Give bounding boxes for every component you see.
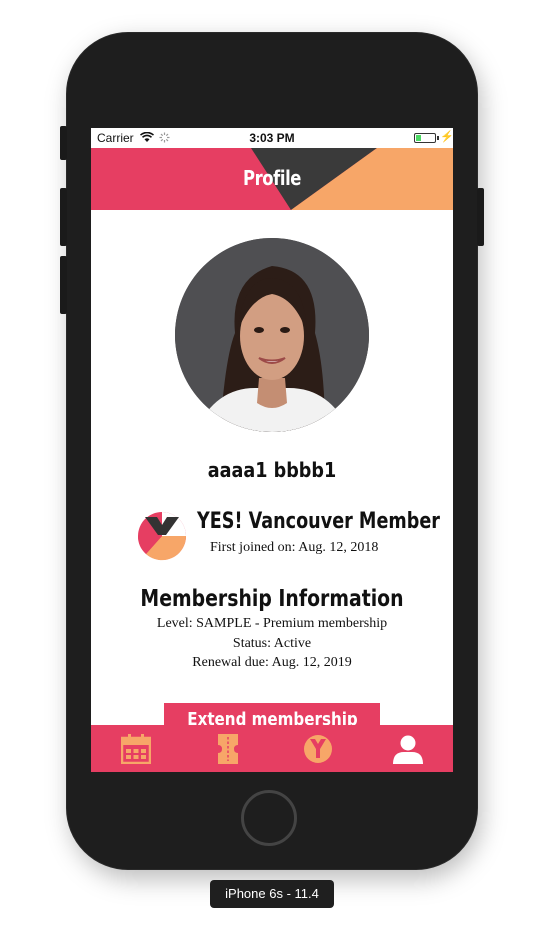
member-badge-title: YES! Vancouver Member bbox=[197, 509, 440, 534]
profile-icon bbox=[393, 735, 423, 764]
membership-renewal: Renewal due: Aug. 12, 2019 bbox=[192, 655, 352, 670]
mute-switch bbox=[60, 126, 67, 160]
yes-logo-icon bbox=[304, 735, 332, 763]
power-button bbox=[477, 188, 484, 246]
membership-info-title: Membership Information bbox=[140, 586, 404, 612]
home-button[interactable] bbox=[241, 790, 297, 846]
tab-events[interactable] bbox=[91, 725, 181, 772]
volume-down-button bbox=[60, 256, 67, 314]
app-screen: Carrier 3:03 PM ⚡ Profile aaaa1 bbbb1 YE… bbox=[91, 128, 453, 772]
charging-bolt-icon: ⚡ bbox=[440, 131, 453, 143]
tab-tickets[interactable] bbox=[183, 725, 273, 772]
profile-username: aaaa1 bbbb1 bbox=[207, 458, 337, 482]
member-joined-date: First joined on: Aug. 12, 2018 bbox=[210, 540, 379, 555]
volume-up-button bbox=[60, 188, 67, 246]
profile-avatar bbox=[175, 238, 369, 432]
page-title: Profile bbox=[242, 166, 302, 190]
ticket-icon bbox=[218, 734, 238, 764]
tab-profile[interactable] bbox=[363, 725, 453, 772]
battery-icon bbox=[414, 133, 439, 143]
tab-bar bbox=[91, 725, 453, 772]
status-time: 3:03 PM bbox=[249, 131, 295, 145]
device-label: iPhone 6s - 11.4 bbox=[210, 880, 334, 908]
membership-status: Status: Active bbox=[232, 636, 312, 651]
tab-home[interactable] bbox=[273, 725, 363, 772]
yes-vancouver-logo-icon bbox=[137, 512, 187, 561]
membership-level: Level: SAMPLE - Premium membership bbox=[156, 616, 388, 631]
calendar-icon bbox=[121, 734, 151, 764]
status-bar: Carrier 3:03 PM ⚡ bbox=[91, 128, 453, 148]
profile-header: Profile bbox=[91, 148, 453, 210]
